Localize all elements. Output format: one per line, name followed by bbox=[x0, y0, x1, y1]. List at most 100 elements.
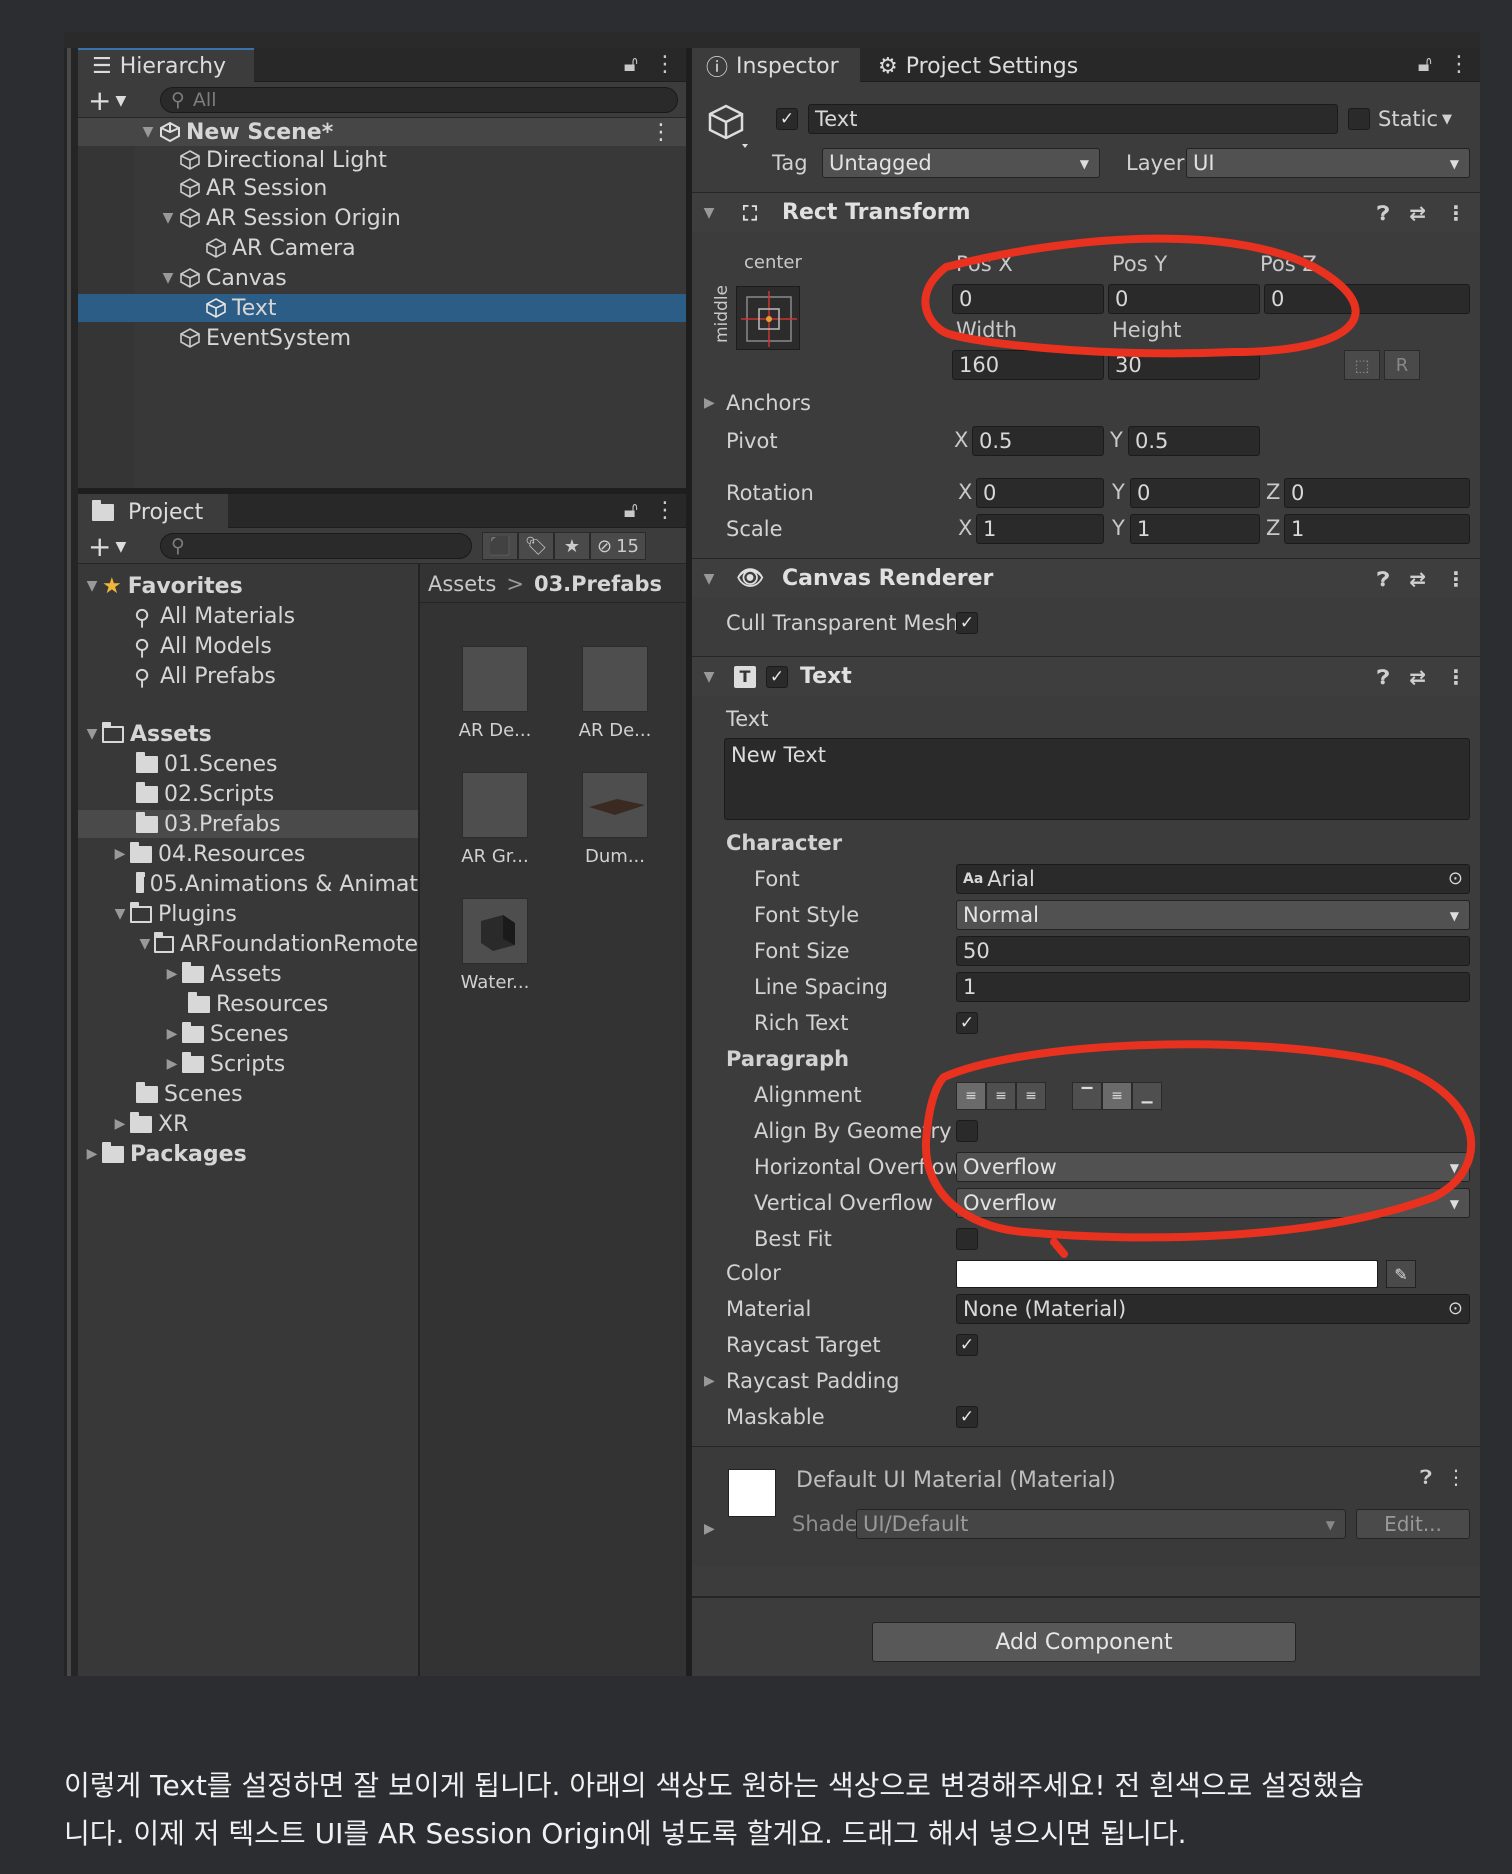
align-left-icon[interactable]: ≡ bbox=[956, 1082, 986, 1110]
layer-dropdown[interactable]: UI ▼ bbox=[1186, 148, 1470, 178]
favorite-all-prefabs[interactable]: ⚲ All Prefabs bbox=[134, 662, 276, 692]
project-search-input[interactable]: ⚲ bbox=[160, 533, 472, 559]
posx-field[interactable]: 0 bbox=[952, 284, 1104, 314]
align-top-icon[interactable]: ▔ bbox=[1072, 1082, 1102, 1110]
canvas-renderer-header[interactable]: ▼ 👁︎ Canvas Renderer ❓︎ ⇄ ⋮ bbox=[692, 558, 1480, 598]
shader-dropdown[interactable]: UI/Default ▼ bbox=[856, 1509, 1346, 1539]
align-middle-icon[interactable]: ≡ bbox=[1102, 1082, 1132, 1110]
align-center-icon[interactable]: ≡ bbox=[986, 1082, 1016, 1110]
hierarchy-item-ar-session-origin[interactable]: ▼ AR Session Origin bbox=[158, 204, 401, 232]
favorite-all-models[interactable]: ⚲ All Models bbox=[134, 632, 272, 662]
hierarchy-item-ar-camera[interactable]: AR Camera bbox=[204, 234, 356, 262]
rotation-y-field[interactable]: 0 bbox=[1130, 478, 1260, 508]
blueprint-mode-button[interactable]: ⬚ bbox=[1344, 350, 1380, 380]
tab-project[interactable]: Project bbox=[78, 494, 228, 528]
anchors-foldout[interactable]: ▶ Anchors bbox=[704, 388, 811, 418]
hierarchy-item-directional-light[interactable]: Directional Light bbox=[178, 146, 387, 174]
align-by-geometry-checkbox[interactable] bbox=[956, 1120, 978, 1142]
folder-arfoundationremote[interactable]: ▼ ARFoundationRemote bbox=[136, 930, 418, 958]
more-icon[interactable]: ⋮ bbox=[654, 498, 676, 523]
folder-arf-scenes[interactable]: ▶ Scenes bbox=[162, 1020, 289, 1048]
asset-thumb-ar-de-2[interactable] bbox=[582, 646, 648, 712]
help-icon[interactable]: ❓︎ bbox=[1420, 1465, 1432, 1489]
raycast-padding-foldout[interactable]: ▶ Raycast Padding bbox=[704, 1366, 899, 1396]
hidden-packages-toggle[interactable]: ⊘ 15 bbox=[590, 532, 646, 560]
help-icon[interactable]: ❓︎ bbox=[1377, 201, 1389, 225]
tab-project-settings[interactable]: ⚙ Project Settings bbox=[864, 48, 1092, 82]
more-icon[interactable]: ⋮ bbox=[1446, 1465, 1466, 1489]
expand-icon[interactable]: ▶ bbox=[704, 1521, 715, 1537]
posy-field[interactable]: 0 bbox=[1108, 284, 1260, 314]
collapse-icon[interactable]: ▼ bbox=[692, 669, 726, 685]
more-icon[interactable]: ⋮ bbox=[650, 120, 672, 145]
create-button[interactable]: + ▼ bbox=[88, 84, 126, 117]
breadcrumb-assets[interactable]: Assets bbox=[428, 572, 496, 596]
folder-05-animations[interactable]: 05.Animations & Animat bbox=[136, 870, 418, 898]
font-size-field[interactable]: 50 bbox=[956, 936, 1470, 966]
expand-icon[interactable]: ▶ bbox=[110, 846, 130, 862]
line-spacing-field[interactable]: 1 bbox=[956, 972, 1470, 1002]
expand-icon[interactable]: ▼ bbox=[110, 906, 130, 922]
create-button[interactable]: + ▼ bbox=[88, 530, 126, 563]
asset-thumb-dum[interactable] bbox=[582, 772, 648, 838]
object-name-field[interactable]: Text bbox=[808, 104, 1338, 134]
rotation-x-field[interactable]: 0 bbox=[976, 478, 1104, 508]
font-field[interactable]: Aa Arial ⊙ bbox=[956, 864, 1470, 894]
expand-icon[interactable]: ▼ bbox=[138, 124, 158, 140]
more-icon[interactable]: ⋮ bbox=[654, 52, 676, 77]
expand-icon[interactable]: ▶ bbox=[82, 1146, 102, 1162]
static-checkbox[interactable] bbox=[1348, 108, 1370, 130]
vertical-overflow-dropdown[interactable]: Overflow ▼ bbox=[956, 1188, 1470, 1218]
expand-icon[interactable]: ▼ bbox=[158, 270, 178, 286]
expand-icon[interactable]: ▼ bbox=[82, 578, 102, 594]
hierarchy-item-text[interactable]: Text bbox=[78, 294, 686, 322]
scale-y-field[interactable]: 1 bbox=[1130, 514, 1260, 544]
width-field[interactable]: 160 bbox=[952, 350, 1104, 380]
text-enabled-checkbox[interactable]: ✓ bbox=[766, 665, 788, 688]
scale-x-field[interactable]: 1 bbox=[976, 514, 1104, 544]
object-picker-icon[interactable]: ⊙ bbox=[1448, 868, 1463, 889]
label-tag-icon[interactable]: 🏷︎ bbox=[518, 532, 554, 560]
folder-xr[interactable]: ▶ XR bbox=[110, 1110, 188, 1138]
material-field[interactable]: None (Material) ⊙ bbox=[956, 1294, 1470, 1324]
more-icon[interactable]: ⋮ bbox=[1448, 52, 1470, 77]
static-dropdown[interactable]: Static ▼ bbox=[1378, 104, 1452, 134]
expand-icon[interactable]: ▶ bbox=[162, 966, 182, 982]
font-style-dropdown[interactable]: Normal ▼ bbox=[956, 900, 1470, 930]
tab-hierarchy[interactable]: ☰ Hierarchy bbox=[78, 48, 254, 82]
folder-arf-resources[interactable]: Resources bbox=[188, 990, 328, 1018]
folder-01-scenes[interactable]: 01.Scenes bbox=[136, 750, 278, 778]
favorite-all-materials[interactable]: ⚲ All Materials bbox=[134, 602, 295, 632]
cull-transparent-mesh-checkbox[interactable]: ✓ bbox=[956, 612, 978, 634]
rich-text-checkbox[interactable]: ✓ bbox=[956, 1012, 978, 1034]
more-icon[interactable]: ⋮ bbox=[1446, 665, 1466, 689]
rotation-z-field[interactable]: 0 bbox=[1284, 478, 1470, 508]
maskable-checkbox[interactable]: ✓ bbox=[956, 1406, 978, 1428]
pivot-x-field[interactable]: 0.5 bbox=[972, 426, 1104, 456]
hierarchy-item-eventsystem[interactable]: EventSystem bbox=[178, 324, 351, 352]
folder-02-scripts[interactable]: 02.Scripts bbox=[136, 780, 274, 808]
anchor-preset-button[interactable] bbox=[736, 286, 800, 350]
more-icon[interactable]: ⋮ bbox=[1446, 201, 1466, 225]
filter-type-icon[interactable]: ⬛ bbox=[482, 532, 518, 560]
folder-plugins[interactable]: ▼ Plugins bbox=[110, 900, 237, 928]
add-component-button[interactable]: Add Component bbox=[872, 1622, 1296, 1662]
asset-thumb-ar-gr[interactable] bbox=[462, 772, 528, 838]
color-swatch[interactable] bbox=[956, 1260, 1378, 1288]
tab-inspector[interactable]: ⓘ Inspector bbox=[692, 48, 860, 82]
expand-icon[interactable]: ▼ bbox=[82, 726, 102, 742]
expand-icon[interactable]: ▶ bbox=[162, 1026, 182, 1042]
expand-icon[interactable]: ▼ bbox=[136, 936, 154, 952]
rect-transform-header[interactable]: ▼ ⛶ Rect Transform ❓︎ ⇄ ⋮ bbox=[692, 192, 1480, 232]
asset-thumb-water[interactable] bbox=[462, 898, 528, 964]
scale-z-field[interactable]: 1 bbox=[1284, 514, 1470, 544]
more-icon[interactable]: ⋮ bbox=[1446, 567, 1466, 591]
preset-icon[interactable]: ⇄ bbox=[1409, 567, 1426, 591]
folder-scenes[interactable]: Scenes bbox=[136, 1080, 243, 1108]
object-picker-icon[interactable]: ⊙ bbox=[1448, 1298, 1463, 1319]
hierarchy-item-canvas[interactable]: ▼ Canvas bbox=[158, 264, 287, 292]
horizontal-overflow-dropdown[interactable]: Overflow ▼ bbox=[956, 1152, 1470, 1182]
asset-thumb-ar-de-1[interactable] bbox=[462, 646, 528, 712]
help-icon[interactable]: ❓︎ bbox=[1377, 665, 1389, 689]
folder-04-resources[interactable]: ▶ 04.Resources bbox=[110, 840, 305, 868]
